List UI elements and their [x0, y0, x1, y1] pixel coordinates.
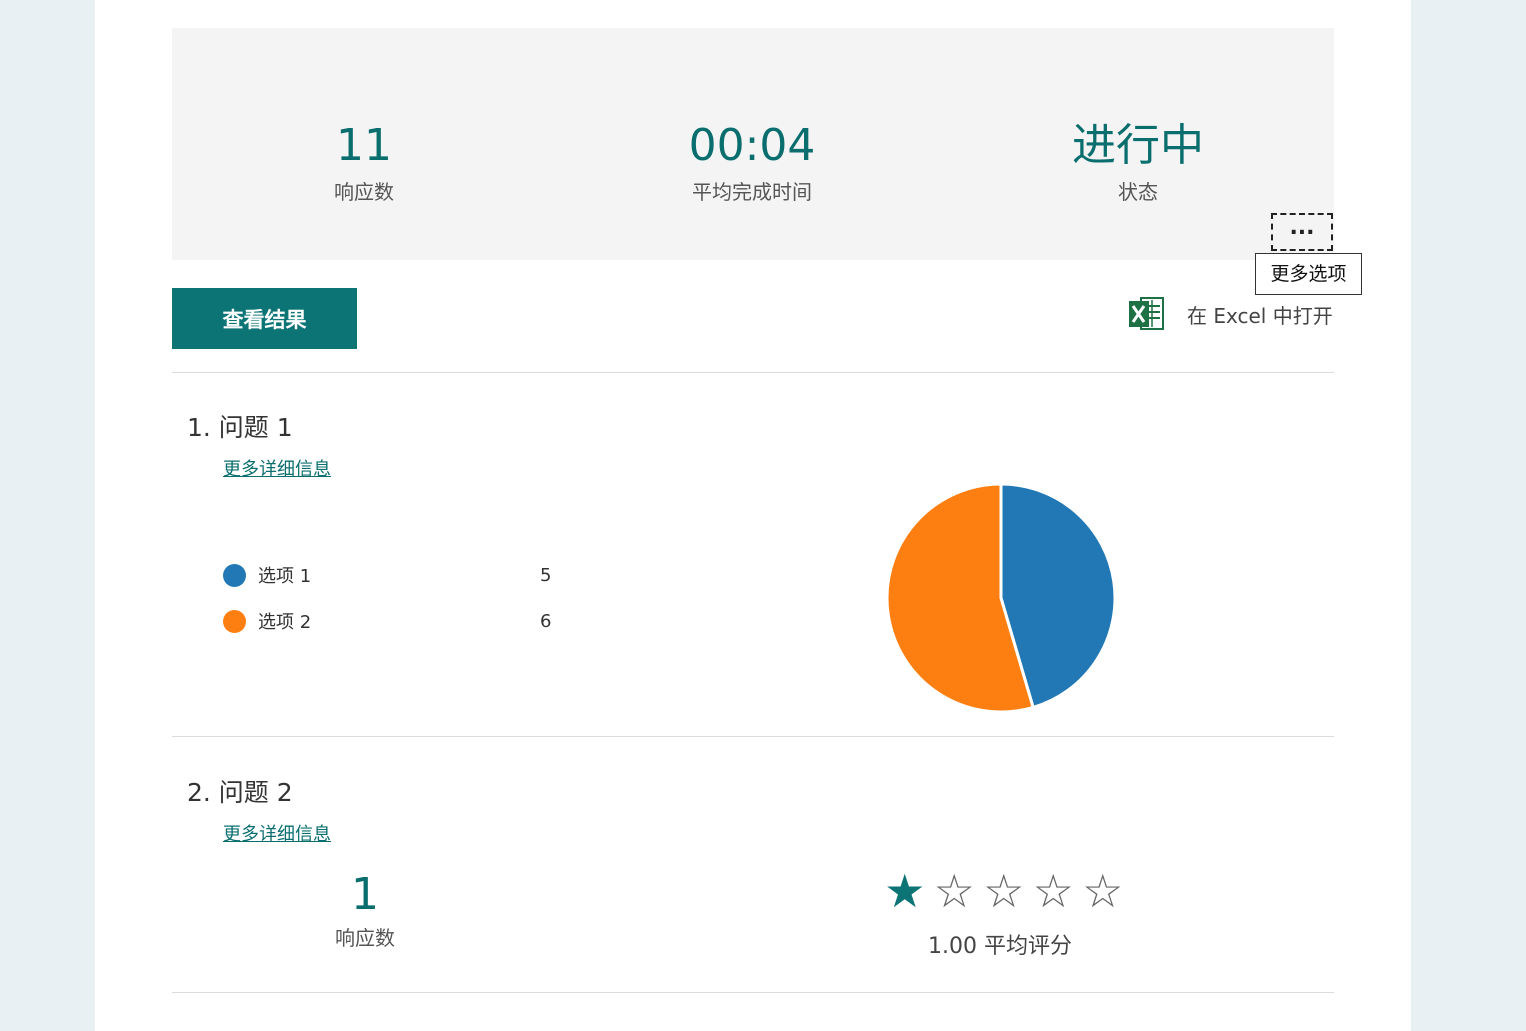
legend-label: 选项 2 — [258, 612, 312, 633]
responses-label: 响应数 — [334, 180, 394, 204]
responses-count: 11 — [336, 120, 392, 171]
avg-time-value: 00:04 — [688, 120, 816, 171]
avg-time-label: 平均完成时间 — [692, 180, 812, 204]
star-empty-icon: ☆ — [1082, 864, 1124, 918]
more-options-button[interactable]: ... — [1271, 213, 1333, 251]
open-in-excel-label: 在 Excel 中打开 — [1187, 303, 1333, 328]
star-empty-icon: ☆ — [933, 864, 975, 918]
divider — [172, 992, 1334, 993]
question-1-title: 1. 问题 1 — [187, 413, 293, 442]
excel-icon — [1129, 297, 1164, 330]
divider — [172, 372, 1334, 373]
question-2-response-label: 响应数 — [335, 926, 395, 950]
legend-dot-blue — [223, 563, 246, 587]
legend-label: 选项 1 — [258, 566, 312, 587]
legend-item-option-1: 选项 1 5 — [223, 562, 553, 588]
legend-dot-orange — [223, 609, 246, 633]
responses-stat: 11 响应数 — [214, 118, 514, 205]
view-results-button[interactable]: 查看结果 — [172, 288, 357, 349]
question-2-title: 2. 问题 2 — [187, 778, 293, 807]
star-filled-icon: ★ — [884, 864, 926, 918]
star-empty-icon: ☆ — [1032, 864, 1074, 918]
pie-chart — [885, 482, 1117, 714]
question-1-details-link[interactable]: 更多详细信息 — [223, 455, 331, 481]
legend-count: 6 — [540, 610, 552, 632]
legend-item-option-2: 选项 2 6 — [223, 608, 553, 634]
legend-count: 5 — [540, 564, 552, 586]
question-2-details-link[interactable]: 更多详细信息 — [223, 820, 331, 846]
summary-banner: 11 响应数 00:04 平均完成时间 进行中 状态 — [172, 28, 1334, 260]
star-rating: ★ ☆ ☆ ☆ ☆ — [880, 866, 1128, 916]
results-panel: 11 响应数 00:04 平均完成时间 进行中 状态 ... 更多选项 查看结果… — [95, 0, 1411, 1031]
question-2-response-count: 1 — [351, 869, 379, 920]
divider — [172, 736, 1334, 737]
status-stat: 进行中 状态 — [988, 118, 1288, 205]
status-label: 状态 — [1118, 180, 1158, 204]
status-value: 进行中 — [1072, 120, 1204, 171]
star-empty-icon: ☆ — [983, 864, 1025, 918]
open-in-excel-button[interactable]: 在 Excel 中打开 — [1127, 294, 1333, 334]
question-2-responses: 1 响应数 — [265, 868, 465, 951]
avg-time-stat: 00:04 平均完成时间 — [602, 118, 902, 205]
more-options-tooltip: 更多选项 — [1255, 253, 1362, 295]
average-rating-label: 1.00 平均评分 — [928, 934, 1072, 959]
